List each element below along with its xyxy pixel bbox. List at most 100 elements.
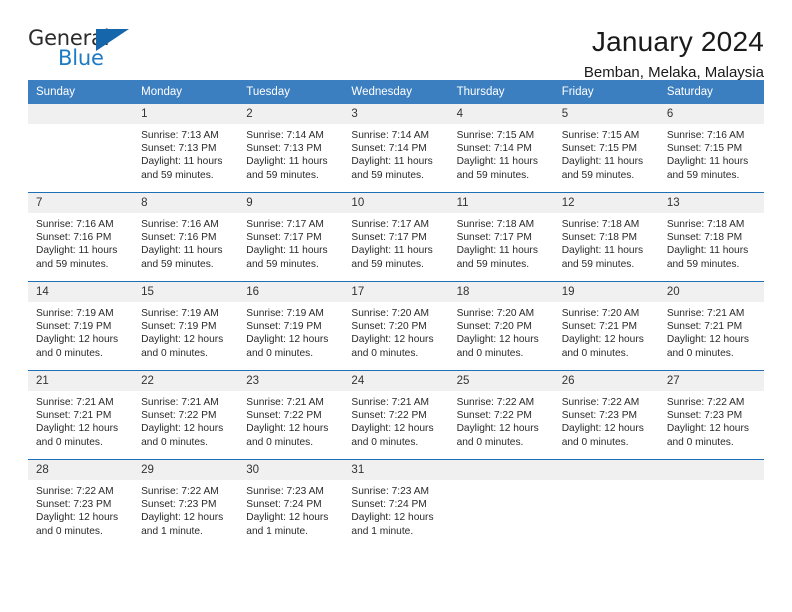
calendar-day-cell[interactable]: 10 Sunrise: 7:17 AM Sunset: 7:17 PM Dayligh… [343, 192, 449, 282]
calendar-day-cell[interactable]: 17 Sunrise: 7:20 AM Sunset: 7:20 PM Dayligh… [343, 281, 449, 371]
day-cell-inner: 31 Sunrise: 7:23 AM Sunset: 7:24 PM Dayligh… [343, 460, 449, 548]
day-sun-info: Sunrise: 7:15 AM Sunset: 7:14 PM Daylight:… [449, 124, 554, 182]
day-info-daylight-1: Daylight: 12 hours [456, 334, 539, 346]
calendar-day-cell[interactable]: 15 Sunrise: 7:19 AM Sunset: 7:19 PM Dayligh… [133, 281, 239, 371]
day-info-daylight-1: Daylight: 11 hours [246, 245, 328, 257]
calendar-day-cell[interactable]: 6 Sunrise: 7:16 AM Sunset: 7:15 PM Daylight… [658, 104, 764, 193]
weekday-header-monday: Monday [133, 80, 239, 104]
day-info-daylight-1: Daylight: 12 hours [141, 334, 224, 346]
calendar-day-cell[interactable]: 28 Sunrise: 7:22 AM Sunset: 7:23 PM Dayligh… [28, 459, 134, 548]
day-info-sunrise: Sunrise: 7:16 AM [36, 219, 114, 230]
day-info-daylight-2: and 59 minutes. [351, 169, 424, 181]
day-info-sunset: Sunset: 7:21 PM [561, 321, 638, 333]
calendar-day-cell[interactable]: 4 Sunrise: 7:15 AM Sunset: 7:14 PM Daylight… [448, 104, 554, 193]
calendar-day-cell[interactable]: 12 Sunrise: 7:18 AM Sunset: 7:18 PM Dayligh… [553, 192, 659, 282]
calendar-day-cell[interactable]: 9 Sunrise: 7:17 AM Sunset: 7:17 PM Daylight… [238, 192, 344, 282]
day-sun-info [554, 480, 659, 485]
calendar-day-cell[interactable]: 27 Sunrise: 7:22 AM Sunset: 7:23 PM Dayligh… [658, 370, 764, 460]
day-number [658, 460, 764, 480]
calendar-day-cell[interactable]: 31 Sunrise: 7:23 AM Sunset: 7:24 PM Dayligh… [343, 459, 449, 548]
day-cell-inner: 21 Sunrise: 7:21 AM Sunset: 7:21 PM Dayligh… [28, 371, 134, 459]
day-info-sunrise: Sunrise: 7:19 AM [141, 308, 219, 319]
calendar-day-cell[interactable]: 11 Sunrise: 7:18 AM Sunset: 7:17 PM Dayligh… [448, 192, 554, 282]
generalblue-logo[interactable]: General Blue [28, 26, 138, 74]
calendar-day-cell[interactable] [448, 459, 554, 548]
calendar-day-cell[interactable]: 19 Sunrise: 7:20 AM Sunset: 7:21 PM Dayligh… [553, 281, 659, 371]
day-sun-info: Sunrise: 7:19 AM Sunset: 7:19 PM Daylight:… [133, 302, 238, 360]
calendar-day-cell[interactable]: 22 Sunrise: 7:21 AM Sunset: 7:22 PM Dayligh… [133, 370, 239, 460]
day-info-sunrise: Sunrise: 7:22 AM [456, 397, 535, 408]
calendar-day-cell[interactable]: 13 Sunrise: 7:18 AM Sunset: 7:18 PM Dayligh… [658, 192, 764, 282]
day-info-sunrise: Sunrise: 7:23 AM [351, 486, 430, 497]
calendar-day-cell[interactable]: 30 Sunrise: 7:23 AM Sunset: 7:24 PM Dayligh… [238, 459, 344, 548]
calendar-day-cell[interactable]: 21 Sunrise: 7:21 AM Sunset: 7:21 PM Dayligh… [28, 370, 134, 460]
day-info-daylight-2: and 0 minutes. [36, 347, 103, 359]
day-info-sunrise: Sunrise: 7:22 AM [36, 486, 114, 497]
day-info-sunrise: Sunrise: 7:18 AM [666, 219, 745, 230]
calendar-day-cell[interactable]: 25 Sunrise: 7:22 AM Sunset: 7:22 PM Dayligh… [448, 370, 554, 460]
day-info-daylight-1: Daylight: 11 hours [666, 245, 749, 257]
day-info-daylight-2: and 59 minutes. [351, 258, 424, 270]
calendar-day-cell[interactable]: 23 Sunrise: 7:21 AM Sunset: 7:22 PM Dayligh… [238, 370, 344, 460]
day-info-sunrise: Sunrise: 7:23 AM [246, 486, 324, 497]
day-info-daylight-2: and 59 minutes. [36, 258, 109, 270]
calendar-day-cell[interactable]: 7 Sunrise: 7:16 AM Sunset: 7:16 PM Daylight… [28, 192, 134, 282]
day-info-sunrise: Sunrise: 7:19 AM [36, 308, 114, 319]
calendar-day-cell[interactable]: 29 Sunrise: 7:22 AM Sunset: 7:23 PM Dayligh… [133, 459, 239, 548]
calendar-day-cell[interactable]: 24 Sunrise: 7:21 AM Sunset: 7:22 PM Dayligh… [343, 370, 449, 460]
day-info-daylight-1: Daylight: 12 hours [36, 512, 119, 524]
title-block: January 2024 Bemban, Melaka, Malaysia [584, 26, 764, 84]
calendar-week-row: 1 Sunrise: 7:13 AM Sunset: 7:13 PM Daylight… [28, 104, 764, 193]
day-info-sunrise: Sunrise: 7:15 AM [561, 130, 640, 141]
day-info-sunrise: Sunrise: 7:19 AM [246, 308, 324, 319]
day-number: 1 [133, 104, 239, 124]
day-info-sunset: Sunset: 7:17 PM [351, 232, 427, 244]
day-info-sunset: Sunset: 7:22 PM [351, 410, 427, 422]
day-sun-info: Sunrise: 7:21 AM Sunset: 7:22 PM Daylight:… [343, 391, 448, 449]
day-sun-info: Sunrise: 7:22 AM Sunset: 7:23 PM Daylight:… [28, 480, 133, 538]
day-cell-inner: 30 Sunrise: 7:23 AM Sunset: 7:24 PM Dayligh… [238, 460, 344, 548]
calendar-day-cell[interactable]: 3 Sunrise: 7:14 AM Sunset: 7:14 PM Daylight… [343, 104, 449, 193]
weekday-header-thursday: Thursday [448, 80, 554, 104]
day-info-sunset: Sunset: 7:17 PM [456, 232, 532, 244]
day-info-daylight-1: Daylight: 12 hours [246, 423, 329, 435]
weekday-header-sunday: Sunday [28, 80, 134, 104]
calendar-day-cell[interactable]: 18 Sunrise: 7:20 AM Sunset: 7:20 PM Dayligh… [448, 281, 554, 371]
day-sun-info: Sunrise: 7:21 AM Sunset: 7:22 PM Daylight:… [133, 391, 238, 449]
day-sun-info [449, 480, 554, 485]
calendar-day-cell[interactable]: 1 Sunrise: 7:13 AM Sunset: 7:13 PM Daylight… [133, 104, 239, 193]
day-info-sunrise: Sunrise: 7:14 AM [246, 130, 324, 141]
day-info-sunrise: Sunrise: 7:15 AM [456, 130, 535, 141]
day-info-daylight-2: and 59 minutes. [666, 169, 740, 181]
calendar-day-cell[interactable]: 20 Sunrise: 7:21 AM Sunset: 7:21 PM Dayligh… [658, 281, 764, 371]
calendar-day-cell[interactable]: 8 Sunrise: 7:16 AM Sunset: 7:16 PM Daylight… [133, 192, 239, 282]
day-info-daylight-1: Daylight: 12 hours [351, 512, 434, 524]
day-number: 18 [448, 282, 554, 302]
day-info-daylight-1: Daylight: 12 hours [36, 423, 119, 435]
day-info-sunrise: Sunrise: 7:20 AM [561, 308, 640, 319]
day-info-daylight-2: and 59 minutes. [456, 169, 530, 181]
calendar-day-cell[interactable] [28, 104, 134, 193]
day-sun-info: Sunrise: 7:15 AM Sunset: 7:15 PM Daylight:… [554, 124, 659, 182]
day-info-sunset: Sunset: 7:17 PM [246, 232, 322, 244]
calendar-day-cell[interactable]: 2 Sunrise: 7:14 AM Sunset: 7:13 PM Daylight… [238, 104, 344, 193]
day-info-sunset: Sunset: 7:18 PM [666, 232, 743, 244]
day-cell-inner [448, 460, 554, 548]
day-info-daylight-1: Daylight: 12 hours [351, 423, 434, 435]
day-number: 9 [238, 193, 344, 213]
day-number: 29 [133, 460, 239, 480]
day-sun-info: Sunrise: 7:23 AM Sunset: 7:24 PM Daylight:… [343, 480, 448, 538]
day-info-daylight-1: Daylight: 11 hours [36, 245, 118, 257]
day-cell-inner: 22 Sunrise: 7:21 AM Sunset: 7:22 PM Dayligh… [133, 371, 239, 459]
calendar-day-cell[interactable]: 5 Sunrise: 7:15 AM Sunset: 7:15 PM Daylight… [553, 104, 659, 193]
calendar-day-cell[interactable] [658, 459, 764, 548]
day-info-daylight-2: and 0 minutes. [561, 347, 629, 359]
day-cell-inner: 14 Sunrise: 7:19 AM Sunset: 7:19 PM Dayligh… [28, 282, 134, 370]
calendar-day-cell[interactable]: 26 Sunrise: 7:22 AM Sunset: 7:23 PM Dayligh… [553, 370, 659, 460]
day-number: 15 [133, 282, 239, 302]
calendar-day-cell[interactable]: 14 Sunrise: 7:19 AM Sunset: 7:19 PM Dayligh… [28, 281, 134, 371]
calendar-day-cell[interactable]: 16 Sunrise: 7:19 AM Sunset: 7:19 PM Dayligh… [238, 281, 344, 371]
day-info-sunrise: Sunrise: 7:21 AM [141, 397, 219, 408]
day-number: 21 [28, 371, 134, 391]
calendar-day-cell[interactable] [553, 459, 659, 548]
